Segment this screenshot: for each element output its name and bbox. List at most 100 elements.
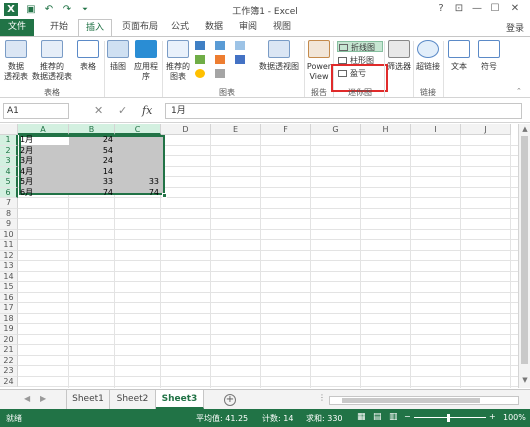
zoom-slider-track[interactable] bbox=[414, 417, 486, 418]
tab-review[interactable]: 审阅 bbox=[232, 19, 264, 36]
cancel-icon[interactable]: ✕ bbox=[94, 103, 103, 119]
slicer-button[interactable]: 筛选器 bbox=[386, 40, 412, 72]
row-header[interactable]: 2 bbox=[0, 145, 18, 156]
name-box[interactable]: A1 bbox=[3, 103, 69, 119]
tab-view[interactable]: 视图 bbox=[266, 19, 298, 36]
zoom-out-icon[interactable]: − bbox=[404, 412, 411, 421]
scroll-up-icon[interactable]: ▲ bbox=[519, 125, 530, 133]
add-sheet-icon[interactable]: + bbox=[224, 394, 236, 406]
cell-B1[interactable]: 24 bbox=[69, 135, 115, 145]
tab-home[interactable]: 开始 bbox=[42, 19, 76, 36]
sparkline-line-button[interactable]: 折线图 bbox=[337, 41, 383, 52]
formula-input[interactable]: 1月 bbox=[165, 103, 522, 119]
cell-B4[interactable]: 14 bbox=[69, 167, 115, 177]
row-header[interactable]: 8 bbox=[0, 208, 18, 219]
sheet-tab-sheet1[interactable]: Sheet1 bbox=[66, 390, 110, 409]
restore-icon[interactable]: ☐ bbox=[488, 2, 502, 16]
column-header[interactable]: A bbox=[18, 124, 69, 135]
power-view-button[interactable]: Power View bbox=[306, 40, 332, 82]
column-header[interactable]: G bbox=[311, 124, 361, 135]
page-break-view-icon[interactable]: ▥ bbox=[389, 412, 398, 422]
tab-formulas[interactable]: 公式 bbox=[164, 19, 196, 36]
row-header[interactable]: 1 bbox=[0, 135, 18, 146]
vertical-scrollbar[interactable]: ▲ ▼ bbox=[518, 124, 530, 388]
zoom-level[interactable]: 100% bbox=[503, 413, 526, 422]
sheet-tab-sheet3[interactable]: Sheet3 bbox=[156, 390, 204, 409]
cell-A1[interactable]: 1月 bbox=[18, 135, 69, 145]
cell-C6[interactable]: 74 bbox=[115, 188, 161, 198]
column-header[interactable]: C bbox=[115, 124, 161, 135]
row-header[interactable]: 21 bbox=[0, 345, 18, 356]
row-header[interactable]: 6 bbox=[0, 187, 18, 198]
waterfall-chart-icon[interactable] bbox=[215, 69, 225, 78]
column-header[interactable]: J bbox=[461, 124, 511, 135]
recommended-pivot-button[interactable]: 推荐的 数据透视表 bbox=[32, 40, 72, 82]
cell-A5[interactable]: 5月 bbox=[18, 177, 69, 187]
column-header[interactable]: F bbox=[261, 124, 311, 135]
zoom-in-icon[interactable]: + bbox=[489, 412, 496, 421]
column-header[interactable]: H bbox=[361, 124, 411, 135]
pivot-chart-button[interactable]: 数据透视图 bbox=[256, 40, 302, 72]
cell-A2[interactable]: 2月 bbox=[18, 146, 69, 156]
login-link[interactable]: 登录 bbox=[506, 21, 524, 34]
tab-insert[interactable]: 插入 bbox=[78, 19, 112, 37]
prev-sheet-icon[interactable]: ◀ bbox=[24, 394, 30, 403]
tab-split-handle[interactable]: ⋮ bbox=[318, 393, 326, 402]
close-icon[interactable]: ✕ bbox=[508, 2, 522, 16]
row-header[interactable]: 22 bbox=[0, 355, 18, 366]
normal-view-icon[interactable]: ▦ bbox=[357, 412, 366, 422]
row-header[interactable]: 19 bbox=[0, 324, 18, 335]
row-header[interactable]: 4 bbox=[0, 166, 18, 177]
symbol-button[interactable]: 符号 bbox=[476, 40, 502, 72]
page-layout-view-icon[interactable]: ▤ bbox=[373, 412, 382, 422]
worksheet-grid[interactable]: ABCDEFGHIJ 1 2 3 4 5 6 7 8 9 10 11 12 13 14 15 16 17 18 19… bbox=[0, 124, 518, 388]
collapse-ribbon-icon[interactable]: ⌃ bbox=[516, 87, 522, 95]
horizontal-scrollbar[interactable] bbox=[329, 396, 519, 405]
hierarchy-chart-icon[interactable] bbox=[235, 41, 245, 50]
scroll-down-icon[interactable]: ▼ bbox=[519, 376, 530, 384]
row-header[interactable]: 24 bbox=[0, 376, 18, 387]
horizontal-scroll-thumb[interactable] bbox=[342, 398, 480, 403]
column-chart-icon[interactable] bbox=[195, 41, 205, 50]
bar-chart-icon[interactable] bbox=[215, 41, 225, 50]
column-header[interactable]: D bbox=[161, 124, 211, 135]
tab-page-layout[interactable]: 页面布局 bbox=[116, 19, 164, 36]
row-header[interactable]: 10 bbox=[0, 229, 18, 240]
enter-icon[interactable]: ✓ bbox=[118, 103, 127, 119]
row-header[interactable]: 3 bbox=[0, 156, 18, 167]
row-header[interactable]: 12 bbox=[0, 250, 18, 261]
chart-type-gallery[interactable] bbox=[195, 41, 255, 81]
apps-button[interactable]: 应用程 序 bbox=[132, 40, 160, 82]
pivot-table-button[interactable]: 数据 透视表 bbox=[2, 40, 30, 82]
row-header[interactable]: 20 bbox=[0, 334, 18, 345]
cell-B3[interactable]: 24 bbox=[69, 156, 115, 166]
zoom-slider-thumb[interactable] bbox=[447, 414, 450, 422]
cell-A3[interactable]: 3月 bbox=[18, 156, 69, 166]
row-header[interactable]: 7 bbox=[0, 198, 18, 209]
recommended-charts-button[interactable]: 推荐的 图表 bbox=[164, 40, 192, 82]
cell-B2[interactable]: 54 bbox=[69, 146, 115, 156]
insert-function-icon[interactable]: fx bbox=[142, 103, 152, 119]
row-header[interactable]: 11 bbox=[0, 240, 18, 251]
sheet-tab-sheet2[interactable]: Sheet2 bbox=[110, 390, 156, 409]
fill-handle[interactable] bbox=[162, 193, 167, 198]
cell-B5[interactable]: 33 bbox=[69, 177, 115, 187]
row-header[interactable]: 23 bbox=[0, 366, 18, 377]
cell-C5[interactable]: 33 bbox=[115, 177, 161, 187]
scatter-chart-icon[interactable] bbox=[235, 55, 245, 64]
text-button[interactable]: 文本 bbox=[446, 40, 472, 72]
row-header[interactable]: 18 bbox=[0, 313, 18, 324]
cell-A4[interactable]: 4月 bbox=[18, 167, 69, 177]
row-header[interactable]: 16 bbox=[0, 292, 18, 303]
stat-chart-icon[interactable] bbox=[215, 55, 225, 64]
next-sheet-icon[interactable]: ▶ bbox=[40, 394, 46, 403]
vertical-scroll-thumb[interactable] bbox=[521, 136, 528, 364]
hyperlink-button[interactable]: 超链接 bbox=[415, 40, 441, 72]
select-all-corner[interactable] bbox=[0, 124, 18, 135]
illustrations-button[interactable]: 插图 bbox=[106, 40, 130, 72]
minimize-icon[interactable]: — bbox=[470, 2, 484, 16]
table-button[interactable]: 表格 bbox=[76, 40, 100, 72]
row-header[interactable]: 13 bbox=[0, 261, 18, 272]
tab-file[interactable]: 文件 bbox=[0, 19, 34, 36]
row-header[interactable]: 14 bbox=[0, 271, 18, 282]
